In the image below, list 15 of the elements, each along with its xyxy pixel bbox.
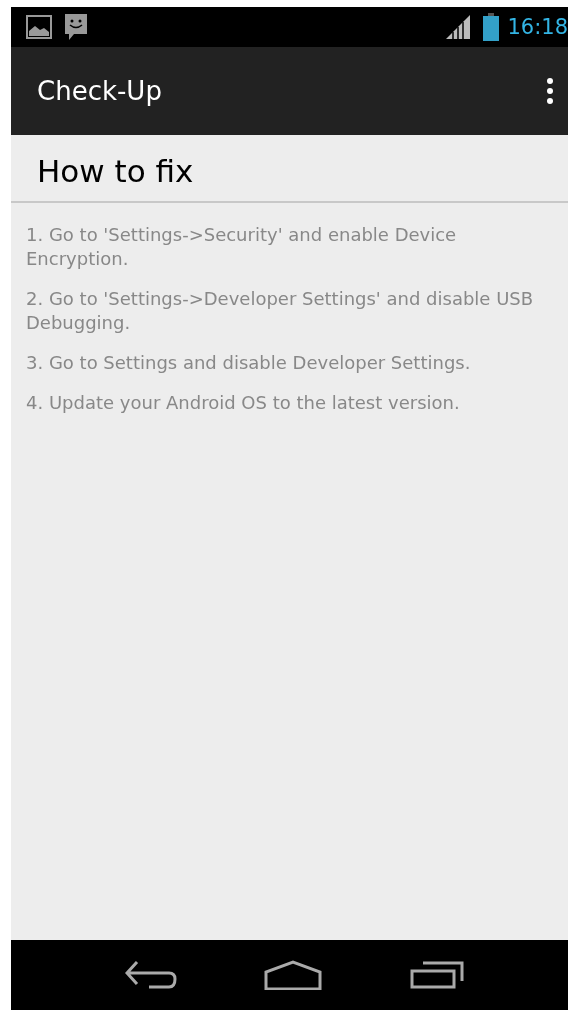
picture-notification-icon xyxy=(26,14,52,40)
section-heading: How to fix xyxy=(11,135,568,203)
overflow-menu-icon[interactable] xyxy=(546,78,554,104)
message-notification-icon xyxy=(64,13,88,41)
instruction-step: 3. Go to Settings and disable Developer Settings. xyxy=(26,351,550,375)
recent-apps-icon[interactable] xyxy=(410,961,465,989)
clock-time: 16:18 xyxy=(507,15,568,39)
home-icon[interactable] xyxy=(264,960,323,990)
instruction-step: 1. Go to 'Settings->Security' and enable Device Encryption. xyxy=(26,223,550,271)
app-title: Check-Up xyxy=(37,76,162,106)
battery-icon xyxy=(483,13,500,41)
back-icon[interactable] xyxy=(124,961,177,989)
instruction-step: 2. Go to 'Settings->Developer Settings' and disable USB Debugging. xyxy=(26,287,550,335)
signal-icon xyxy=(445,14,472,40)
instruction-step: 4. Update your Android OS to the latest version. xyxy=(26,391,550,415)
